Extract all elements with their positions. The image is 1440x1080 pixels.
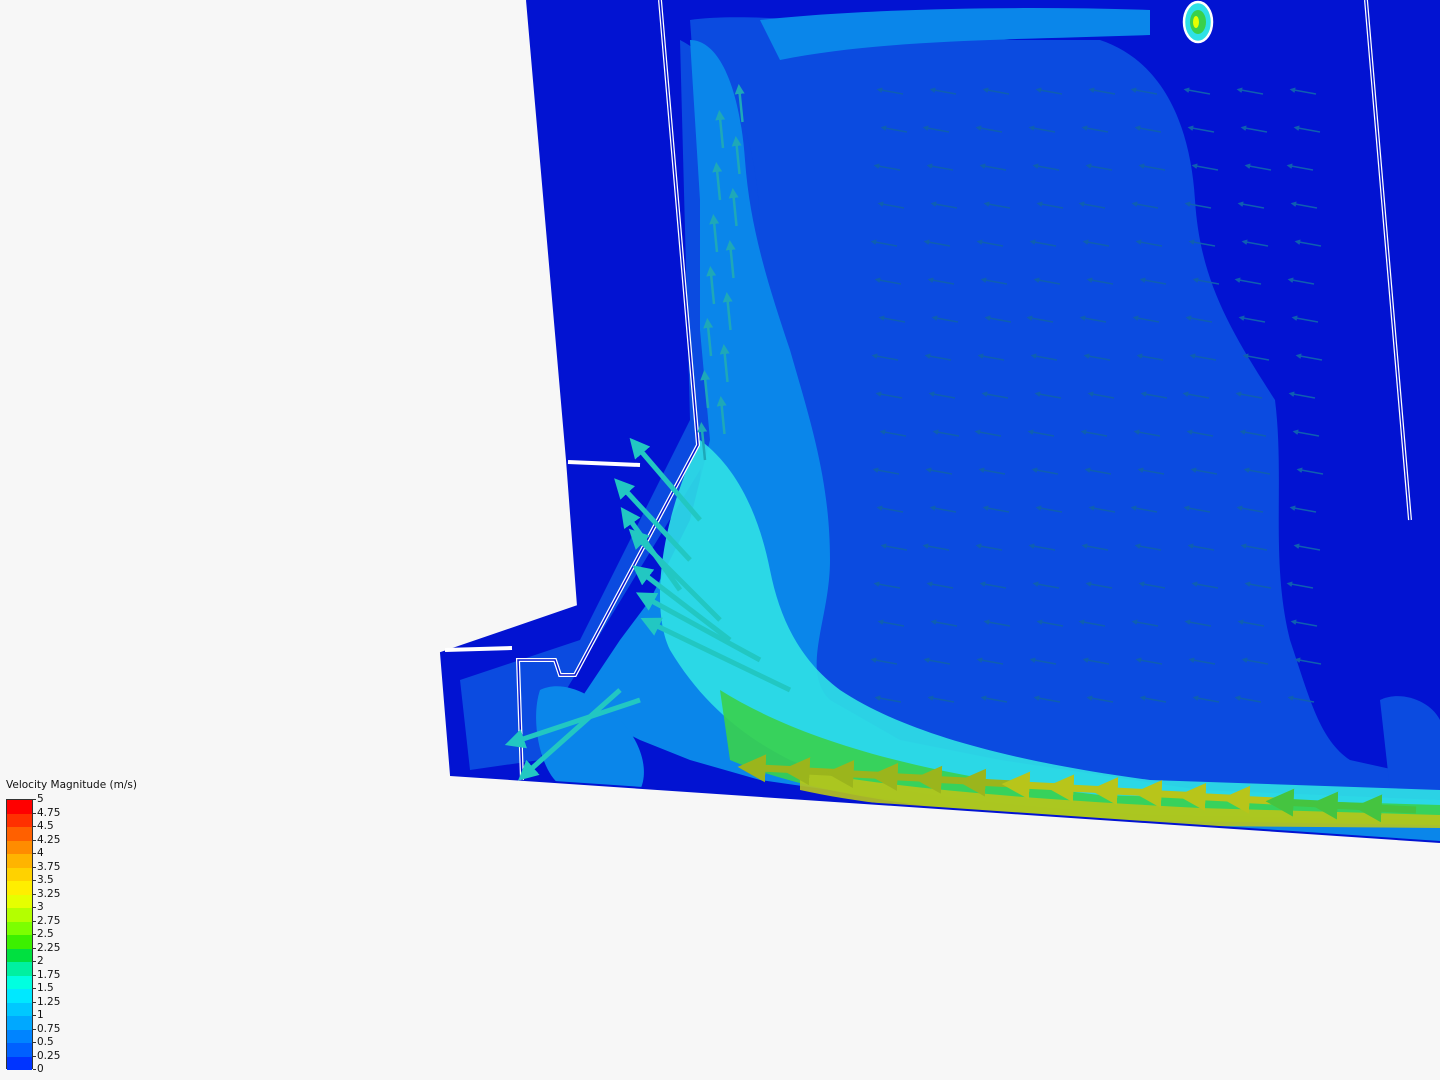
- legend-swatch: [7, 854, 32, 868]
- legend-swatch: [7, 989, 32, 1003]
- legend-tick-label: 2.75: [32, 914, 61, 927]
- velocity-arrow: [781, 757, 845, 786]
- legend-tick-label: 0.5: [33, 1036, 54, 1048]
- legend-title: Velocity Magnitude (m/s): [6, 779, 137, 791]
- legend-tick-label: 4.5: [33, 820, 54, 832]
- legend-tick-label: 4: [33, 847, 44, 859]
- velocity-arrow: [1045, 774, 1109, 803]
- legend-swatch: [7, 948, 32, 962]
- velocity-arrow: [1001, 771, 1065, 800]
- legend-color-bar: [6, 799, 33, 1070]
- legend-swatch: [7, 1043, 32, 1057]
- legend-swatch: [7, 962, 32, 976]
- velocity-arrow: [1177, 782, 1241, 811]
- legend-tick-label: 1.5: [33, 982, 54, 994]
- velocity-arrow: [825, 760, 889, 788]
- legend-tick-label: 2: [33, 955, 44, 967]
- velocity-arrow: [1353, 794, 1417, 823]
- legend-tick-label: 1.75: [32, 968, 61, 981]
- legend-swatch: [7, 800, 32, 814]
- legend-tick-label: 1: [33, 1009, 44, 1021]
- legend-tick-label: 1.25: [32, 995, 61, 1008]
- legend-swatch: [7, 1016, 32, 1030]
- legend-tick-label: 4.75: [32, 806, 61, 819]
- velocity-legend: Velocity Magnitude (m/s) 5 4.75 4.5 4.25 4 3.…: [6, 778, 166, 1075]
- velocity-arrow: [869, 762, 933, 791]
- legend-swatch: [7, 975, 32, 989]
- outlet-ring: [1182, 0, 1214, 44]
- legend-swatch: [7, 881, 32, 895]
- legend-tick-label: 5: [33, 793, 44, 805]
- velocity-arrow: [1265, 788, 1329, 817]
- simulation-viewport[interactable]: [0, 0, 1440, 1080]
- legend-swatch: [7, 935, 32, 949]
- legend-tick-label: 3: [33, 901, 44, 913]
- legend-swatch: [7, 1056, 32, 1070]
- legend-swatch: [7, 894, 32, 908]
- velocity-arrow: [1133, 780, 1197, 809]
- legend-tick-label: 2.5: [33, 928, 54, 940]
- legend-tick-label: 3.25: [32, 887, 61, 900]
- legend-tick-label: 3.75: [32, 860, 61, 873]
- legend-tick-label: 2.25: [32, 941, 61, 954]
- legend-tick-label: 4.25: [32, 833, 61, 846]
- legend-tick-label: 0.25: [32, 1049, 61, 1062]
- velocity-arrow: [1221, 785, 1285, 814]
- velocity-arrow: [913, 765, 977, 794]
- legend-swatch: [7, 827, 32, 841]
- velocity-arrow: [1089, 777, 1153, 806]
- legend-tick-label: 0.75: [32, 1022, 61, 1035]
- legend-swatch: [7, 908, 32, 922]
- velocity-arrow: [737, 754, 801, 783]
- legend-swatch: [7, 840, 32, 854]
- legend-swatch: [7, 921, 32, 935]
- legend-tick-label: 3.5: [33, 874, 54, 886]
- velocity-arrow: [957, 768, 1021, 797]
- lower-step-wall: [444, 646, 513, 652]
- legend-swatch: [7, 1029, 32, 1043]
- legend-swatch: [7, 867, 32, 881]
- legend-tick-label: 0: [33, 1063, 44, 1075]
- legend-swatch: [7, 1002, 32, 1016]
- velocity-arrow: [1309, 791, 1373, 820]
- legend-swatch: [7, 813, 32, 827]
